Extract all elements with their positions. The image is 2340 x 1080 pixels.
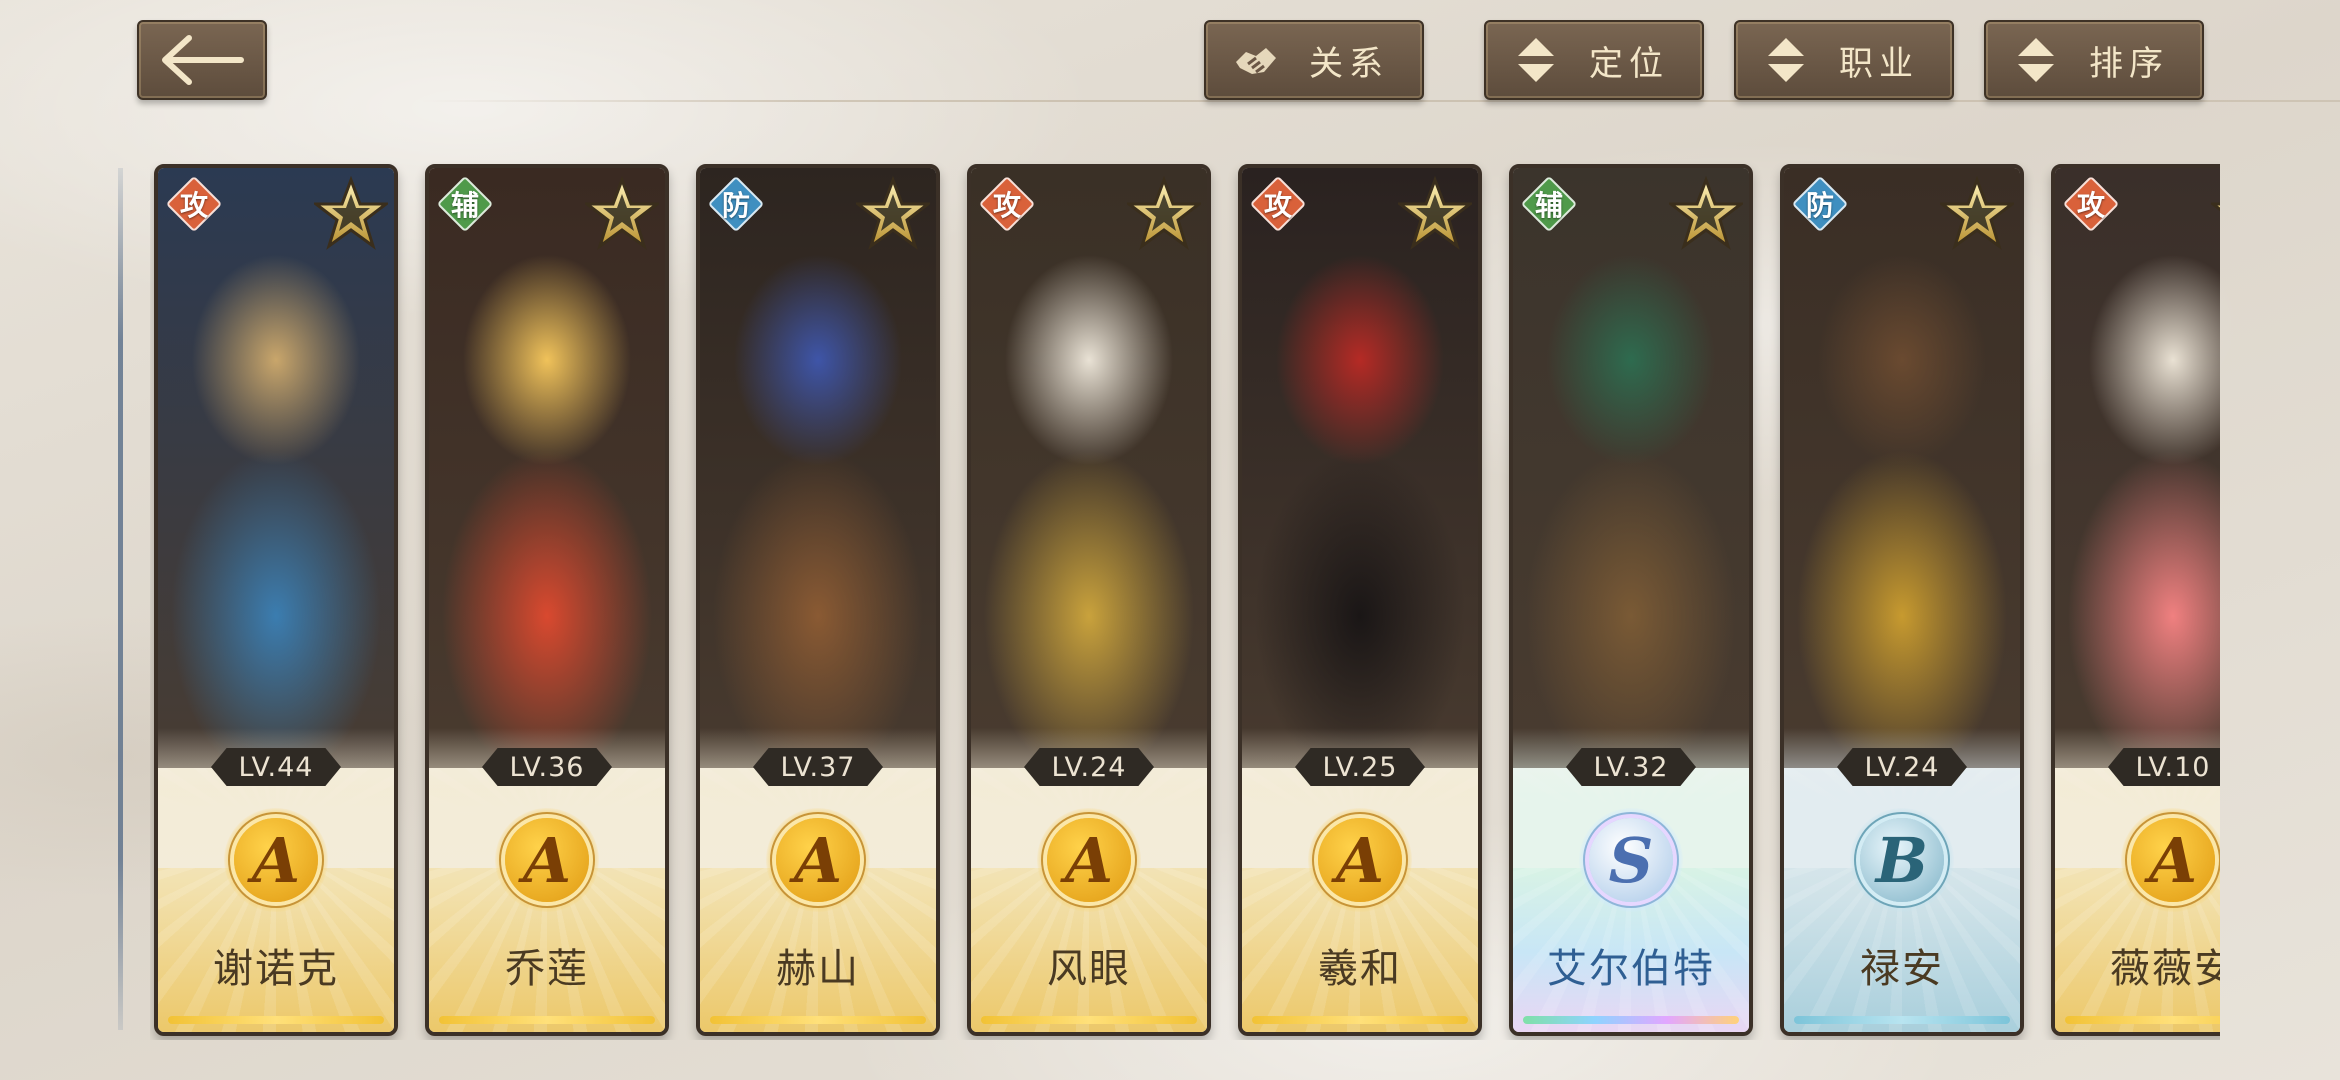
star-icon <box>311 175 391 250</box>
arrow-left-icon <box>162 35 244 85</box>
hero-card[interactable]: 攻 LV.10 A 薇薇安 <box>2051 164 2220 1036</box>
grade-badge: A <box>224 808 328 912</box>
grade-badge: A <box>1308 808 1412 912</box>
role-label: 防 <box>1805 189 1834 222</box>
position-filter-button[interactable]: 定位 <box>1484 20 1704 100</box>
level-badge: LV.44 <box>211 748 341 786</box>
grade-letter: B <box>1860 818 1944 902</box>
role-badge: 攻 <box>978 175 1036 233</box>
hero-portrait <box>2055 168 2220 808</box>
scroll-indicator <box>118 168 123 1030</box>
role-label: 攻 <box>179 189 208 222</box>
role-badge: 辅 <box>436 175 494 233</box>
star-icon <box>1395 175 1475 250</box>
grade-badge: B <box>1850 808 1954 912</box>
role-badge: 攻 <box>1249 175 1307 233</box>
hero-portrait <box>1242 168 1478 808</box>
role-label: 攻 <box>2076 189 2105 222</box>
role-badge: 辅 <box>1520 175 1578 233</box>
position-filter-label: 定位 <box>1589 43 1669 84</box>
hero-card[interactable]: 攻 LV.25 A 羲和 <box>1238 164 1482 1036</box>
level-badge: LV.25 <box>1295 748 1425 786</box>
hero-card-list[interactable]: 攻 LV.44 A 谢诺克 辅 LV.36 A 乔莲 防 LV.37 A 赫山 攻 LV.24 A 风眼 攻 LV… <box>150 160 2220 1040</box>
level-badge: LV.37 <box>753 748 883 786</box>
level-badge: LV.32 <box>1566 748 1696 786</box>
hero-name: 薇薇安 <box>2110 946 2220 992</box>
rarity-bar <box>439 1016 655 1024</box>
relation-button[interactable]: 关系 <box>1204 20 1424 100</box>
hero-card[interactable]: 攻 LV.44 A 谢诺克 <box>154 164 398 1036</box>
star-icon <box>582 175 662 250</box>
grade-badge: A <box>2121 808 2220 912</box>
hero-card[interactable]: 防 LV.37 A 赫山 <box>696 164 940 1036</box>
role-badge: 攻 <box>165 175 223 233</box>
hero-name: 赫山 <box>776 946 860 992</box>
grade-letter: A <box>505 818 589 902</box>
hero-portrait <box>971 168 1207 808</box>
level-badge: LV.24 <box>1837 748 1967 786</box>
grade-letter: A <box>234 818 318 902</box>
hero-portrait <box>429 168 665 808</box>
role-badge: 防 <box>1791 175 1849 233</box>
role-label: 攻 <box>1263 189 1292 222</box>
rarity-bar <box>710 1016 926 1024</box>
rarity-bar <box>1794 1016 2010 1024</box>
grade-letter: A <box>1318 818 1402 902</box>
level-badge: LV.24 <box>1024 748 1154 786</box>
role-label: 辅 <box>450 189 479 222</box>
role-label: 辅 <box>1534 189 1563 222</box>
back-button[interactable] <box>137 20 267 100</box>
hero-card[interactable]: 攻 LV.24 A 风眼 <box>967 164 1211 1036</box>
level-badge: LV.36 <box>482 748 612 786</box>
star-icon <box>1666 175 1746 250</box>
hero-name: 禄安 <box>1860 946 1944 992</box>
role-label: 攻 <box>992 189 1021 222</box>
grade-badge: A <box>1037 808 1141 912</box>
rarity-bar <box>1523 1016 1739 1024</box>
grade-letter: A <box>2131 818 2215 902</box>
class-filter-button[interactable]: 职业 <box>1734 20 1954 100</box>
rarity-bar <box>2065 1016 2220 1024</box>
rarity-bar <box>1252 1016 1468 1024</box>
hero-portrait <box>1513 168 1749 808</box>
role-badge: 攻 <box>2062 175 2120 233</box>
rarity-bar <box>981 1016 1197 1024</box>
grade-badge: S <box>1579 808 1683 912</box>
sort-label: 排序 <box>2089 43 2169 84</box>
relation-label: 关系 <box>1309 43 1389 84</box>
star-icon <box>2208 176 2220 250</box>
sort-arrows-icon <box>1756 34 1816 86</box>
rarity-bar <box>168 1016 384 1024</box>
class-filter-label: 职业 <box>1839 43 1919 84</box>
handshake-icon <box>1226 34 1286 86</box>
hero-portrait <box>158 168 394 808</box>
hero-portrait <box>700 168 936 808</box>
hero-card[interactable]: 防 LV.24 B 禄安 <box>1780 164 2024 1036</box>
hero-card[interactable]: 辅 LV.36 A 乔莲 <box>425 164 669 1036</box>
grade-letter: A <box>1047 818 1131 902</box>
sort-button[interactable]: 排序 <box>1984 20 2204 100</box>
hero-name: 乔莲 <box>505 946 589 992</box>
hero-card[interactable]: 辅 LV.32 S 艾尔伯特 <box>1509 164 1753 1036</box>
hero-name: 羲和 <box>1318 946 1402 992</box>
star-icon <box>1937 175 2017 250</box>
star-icon <box>1124 175 1204 250</box>
sort-arrows-icon <box>2006 34 2066 86</box>
sort-arrows-icon <box>1506 34 1566 86</box>
star-icon <box>853 175 933 250</box>
grade-letter: A <box>776 818 860 902</box>
hero-name: 谢诺克 <box>213 946 339 992</box>
grade-badge: A <box>495 808 599 912</box>
header-divider <box>420 100 2340 102</box>
grade-letter: S <box>1589 818 1673 902</box>
role-badge: 防 <box>707 175 765 233</box>
role-label: 防 <box>721 189 750 222</box>
grade-badge: A <box>766 808 870 912</box>
level-badge: LV.10 <box>2108 748 2220 786</box>
hero-name: 风眼 <box>1047 946 1131 992</box>
hero-portrait <box>1784 168 2020 808</box>
hero-name: 艾尔伯特 <box>1547 946 1715 992</box>
